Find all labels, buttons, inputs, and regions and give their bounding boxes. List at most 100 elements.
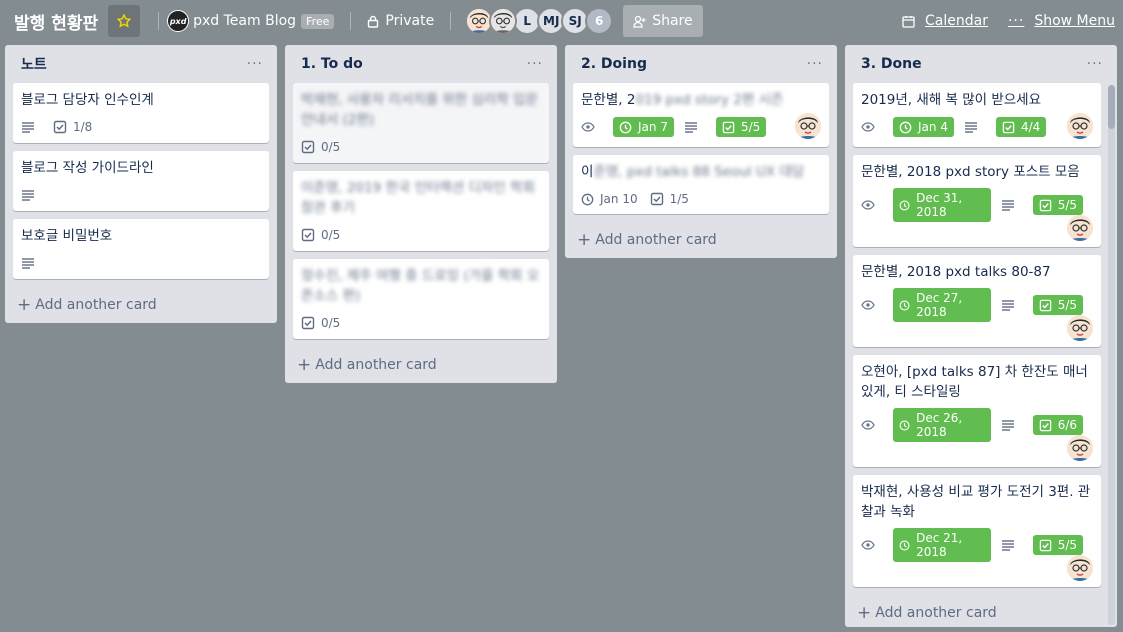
checklist-count: 0/5 xyxy=(321,228,341,242)
list-title: 노트 xyxy=(21,57,47,73)
list-doing: 2. Doing ··· 문한별, 2019 pxd story 2편 시즌 J… xyxy=(565,45,837,258)
card[interactable]: 정수진, 제주 여행 중 드로잉 (가을 학회 오픈소스 편) 0/5 xyxy=(293,259,549,339)
due-date: Dec 31, 2018 xyxy=(916,191,963,219)
add-card-button[interactable]: + Add another card xyxy=(853,595,1109,631)
add-person-icon xyxy=(633,15,646,28)
list-menu-icon[interactable]: ··· xyxy=(527,56,543,72)
checklist-icon xyxy=(1039,539,1052,552)
card-badges: Jan 7 5/5 xyxy=(581,116,821,138)
card[interactable]: 블로그 담당자 인수인계 1/8 xyxy=(13,83,269,143)
description-icon xyxy=(21,120,41,134)
checklist-count: 5/5 xyxy=(740,120,761,134)
card-badges xyxy=(21,184,261,206)
card[interactable]: 박재현, 사용자 리서치를 위한 심리학 입문 안내서 (2편) 0/5 xyxy=(293,83,549,163)
list-notes: 노트 ··· 블로그 담당자 인수인계 1/8 블로그 작성 가이드라인 보호글… xyxy=(5,45,277,323)
show-menu-button[interactable]: ··· Show Menu xyxy=(1008,13,1115,29)
list-menu-icon[interactable]: ··· xyxy=(807,56,823,72)
due-date-badge: Dec 31, 2018 xyxy=(893,188,991,222)
checklist-count: 5/5 xyxy=(1057,538,1077,552)
card-title: 정수진, 제주 여행 중 드로잉 (가을 학회 오픈소스 편) xyxy=(301,268,540,304)
checklist-icon xyxy=(1039,419,1052,432)
list-title: 2. Doing xyxy=(581,56,647,72)
add-card-label: Add another card xyxy=(875,605,997,621)
card-title: 오현아, [pxd talks 87] 차 한잔도 매너있게, 티 스타일링 xyxy=(861,364,1088,400)
member-avatar[interactable] xyxy=(1067,555,1093,581)
card-badges: Dec 27, 2018 5/5 xyxy=(861,288,1093,322)
card[interactable]: 2019년, 새해 복 많이 받으세요 Jan 4 4/4 xyxy=(853,83,1101,147)
watch-icon xyxy=(861,418,881,432)
checklist-badge: 5/5 xyxy=(1032,195,1083,215)
card[interactable]: 박재현, 사용성 비교 평가 도전기 3편. 관찰과 녹화 Dec 21, 20… xyxy=(853,475,1101,587)
list-scrollbar[interactable] xyxy=(1108,85,1115,625)
member-avatar[interactable] xyxy=(1067,113,1093,139)
list-header[interactable]: 2. Doing ··· xyxy=(573,45,829,83)
lock-icon xyxy=(368,15,379,28)
due-date: Dec 26, 2018 xyxy=(916,411,963,439)
team-name[interactable]: pxd Team Blog xyxy=(193,13,296,29)
calendar-label: Calendar xyxy=(925,13,988,29)
more-members-count[interactable]: 6 xyxy=(585,7,614,35)
description-icon xyxy=(1001,298,1021,312)
star-button[interactable] xyxy=(108,5,141,37)
plus-icon: + xyxy=(577,230,592,250)
add-card-button[interactable]: + Add another card xyxy=(13,287,269,323)
clock-icon xyxy=(899,121,912,134)
description-icon xyxy=(1001,538,1021,552)
list-title: 3. Done xyxy=(861,56,922,72)
header-right: Calendar ··· Show Menu xyxy=(882,13,1115,29)
due-date: Dec 21, 2018 xyxy=(916,531,963,559)
list-header[interactable]: 1. To do ··· xyxy=(293,45,549,83)
card[interactable]: 문한별, 2019 pxd story 2편 시즌 Jan 7 5/5 xyxy=(573,83,829,147)
card-title: 이준영, pxd talks 88 Seoul UX 대담 xyxy=(581,164,805,180)
clock-icon xyxy=(899,539,910,552)
card-title: 보호글 비밀번호 xyxy=(21,228,113,244)
visibility-button[interactable]: Private xyxy=(359,13,442,29)
visibility-label: Private xyxy=(385,13,435,29)
card-badges: Jan 10 1/5 xyxy=(581,188,821,210)
checklist-badge: 5/5 xyxy=(715,117,767,137)
watch-icon xyxy=(861,298,881,312)
share-button[interactable]: Share xyxy=(623,5,703,37)
plan-badge: Free xyxy=(301,13,335,29)
card[interactable]: 블로그 작성 가이드라인 xyxy=(13,151,269,211)
checklist-icon xyxy=(53,120,67,134)
calendar-button[interactable]: Calendar xyxy=(902,13,988,29)
list-menu-icon[interactable]: ··· xyxy=(1087,56,1103,72)
card-badges: 1/8 xyxy=(21,116,261,138)
checklist-icon xyxy=(722,121,735,134)
list-header[interactable]: 3. Done ··· xyxy=(853,45,1109,83)
checklist-count: 5/5 xyxy=(1057,198,1077,212)
checklist-icon xyxy=(1039,299,1052,312)
checklist-badge: 0/5 xyxy=(301,228,340,242)
board-title[interactable]: 발행 현황판 xyxy=(14,9,98,34)
watch-icon xyxy=(861,538,881,552)
card-title: 박재현, 사용자 리서치를 위한 심리학 입문 안내서 (2편) xyxy=(301,92,538,128)
card[interactable]: 문한별, 2018 pxd talks 80-87 Dec 27, 2018 5… xyxy=(853,255,1101,347)
team-logo[interactable]: pxd xyxy=(167,10,190,32)
due-date: Jan 7 xyxy=(638,120,668,134)
card[interactable]: 이준영, pxd talks 88 Seoul UX 대담 Jan 10 1/5 xyxy=(573,155,829,214)
calendar-icon xyxy=(902,15,915,28)
list-header[interactable]: 노트 ··· xyxy=(13,45,269,83)
card[interactable]: 문한별, 2018 pxd story 포스트 모음 Dec 31, 2018 … xyxy=(853,155,1101,247)
board-header: 발행 현황판 pxd pxd Team Blog Free Private L … xyxy=(0,0,1123,42)
card-title: 이준영, 2019 한국 인터랙션 디자인 학회 참관 후기 xyxy=(301,180,535,216)
card[interactable]: 이준영, 2019 한국 인터랙션 디자인 학회 참관 후기 0/5 xyxy=(293,171,549,251)
member-avatar[interactable] xyxy=(795,113,821,139)
add-card-button[interactable]: + Add another card xyxy=(573,222,829,258)
card-badges: Dec 26, 2018 6/6 xyxy=(861,408,1093,442)
member-avatar[interactable] xyxy=(1067,435,1093,461)
member-avatar[interactable] xyxy=(1067,215,1093,241)
add-card-button[interactable]: + Add another card xyxy=(293,347,549,383)
list-menu-icon[interactable]: ··· xyxy=(247,56,263,72)
scrollbar-thumb[interactable] xyxy=(1108,85,1115,129)
checklist-badge: 5/5 xyxy=(1032,295,1083,315)
checklist-badge: 0/5 xyxy=(301,316,340,330)
description-icon xyxy=(21,256,41,270)
card[interactable]: 오현아, [pxd talks 87] 차 한잔도 매너있게, 티 스타일링 D… xyxy=(853,355,1101,467)
card-title: 문한별, 2018 pxd story 포스트 모음 xyxy=(861,164,1080,180)
card[interactable]: 보호글 비밀번호 xyxy=(13,219,269,279)
member-avatar[interactable] xyxy=(489,7,518,35)
member-avatar[interactable] xyxy=(1067,315,1093,341)
card-badges: 0/5 xyxy=(301,224,541,246)
